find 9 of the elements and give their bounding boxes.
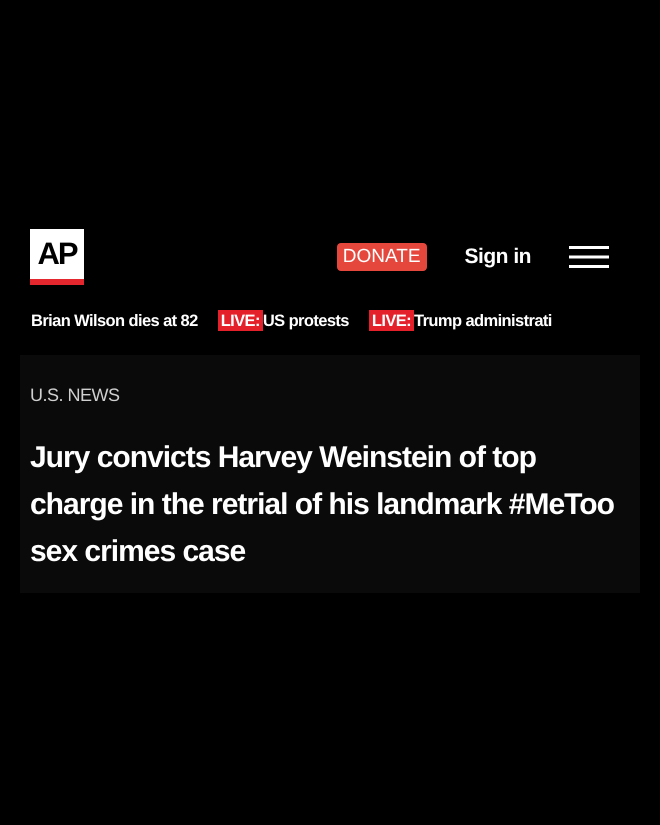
ticker-link[interactable]: LIVE: US protests (218, 312, 349, 331)
menu-icon[interactable] (569, 245, 609, 269)
section-link[interactable]: U.S. NEWS (30, 385, 120, 406)
donate-button[interactable]: DONATE (336, 243, 426, 271)
ticker-link[interactable]: LIVE: Trump administrati (368, 312, 552, 331)
ticker-link[interactable]: Brian Wilson dies at 82 (31, 312, 198, 331)
headline: Jury convicts Harvey Weinstein of top charge in the retrial of his landmark #MeToo sex crimes case (30, 440, 615, 570)
sign-in-link[interactable]: Sign in (464, 245, 531, 269)
ap-logo[interactable]: AP (30, 229, 84, 285)
